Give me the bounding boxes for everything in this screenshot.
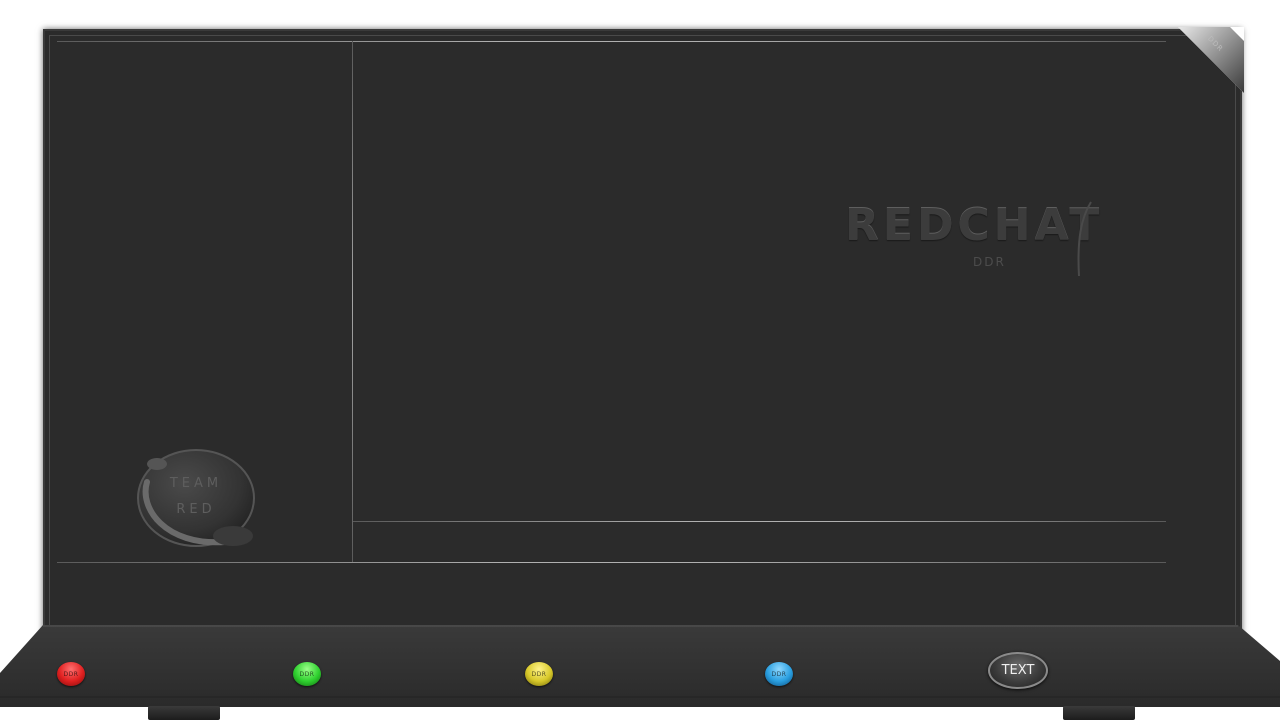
badge-line-2: RED	[176, 502, 216, 517]
green-button-label: DDR	[299, 670, 315, 678]
sidebar-divider	[352, 41, 353, 562]
red-button-label: DDR	[63, 670, 79, 678]
lower-divider	[57, 562, 1166, 563]
top-divider	[57, 41, 1166, 42]
yellow-button[interactable]: DDR	[525, 662, 553, 686]
yellow-button-label: DDR	[531, 670, 547, 678]
red-button[interactable]: DDR	[57, 662, 85, 686]
brand-name: REDCHAT	[845, 200, 1104, 251]
content-bottom-divider	[353, 521, 1166, 522]
frame-inner-border	[49, 35, 1236, 644]
stand-base	[0, 625, 1280, 707]
green-button[interactable]: DDR	[293, 662, 321, 686]
brand-subtitle: DDR	[973, 255, 1006, 269]
blue-button-label: DDR	[771, 670, 787, 678]
badge-line-1: TEAM	[169, 476, 223, 491]
brand-swoosh-icon	[1077, 201, 1092, 277]
team-badge-icon	[137, 449, 255, 547]
main-frame	[43, 29, 1242, 654]
stand-foot-right	[1063, 706, 1135, 720]
screen: DDR REDCHAT DDR TEAM RED DDR DDR DDR DDR…	[0, 0, 1280, 720]
stand-foot-left	[148, 706, 220, 720]
text-button[interactable]: TEXT	[988, 652, 1048, 689]
team-badge: TEAM RED	[135, 448, 257, 552]
brand-logo: REDCHAT DDR	[845, 200, 1165, 280]
blue-button[interactable]: DDR	[765, 662, 793, 686]
